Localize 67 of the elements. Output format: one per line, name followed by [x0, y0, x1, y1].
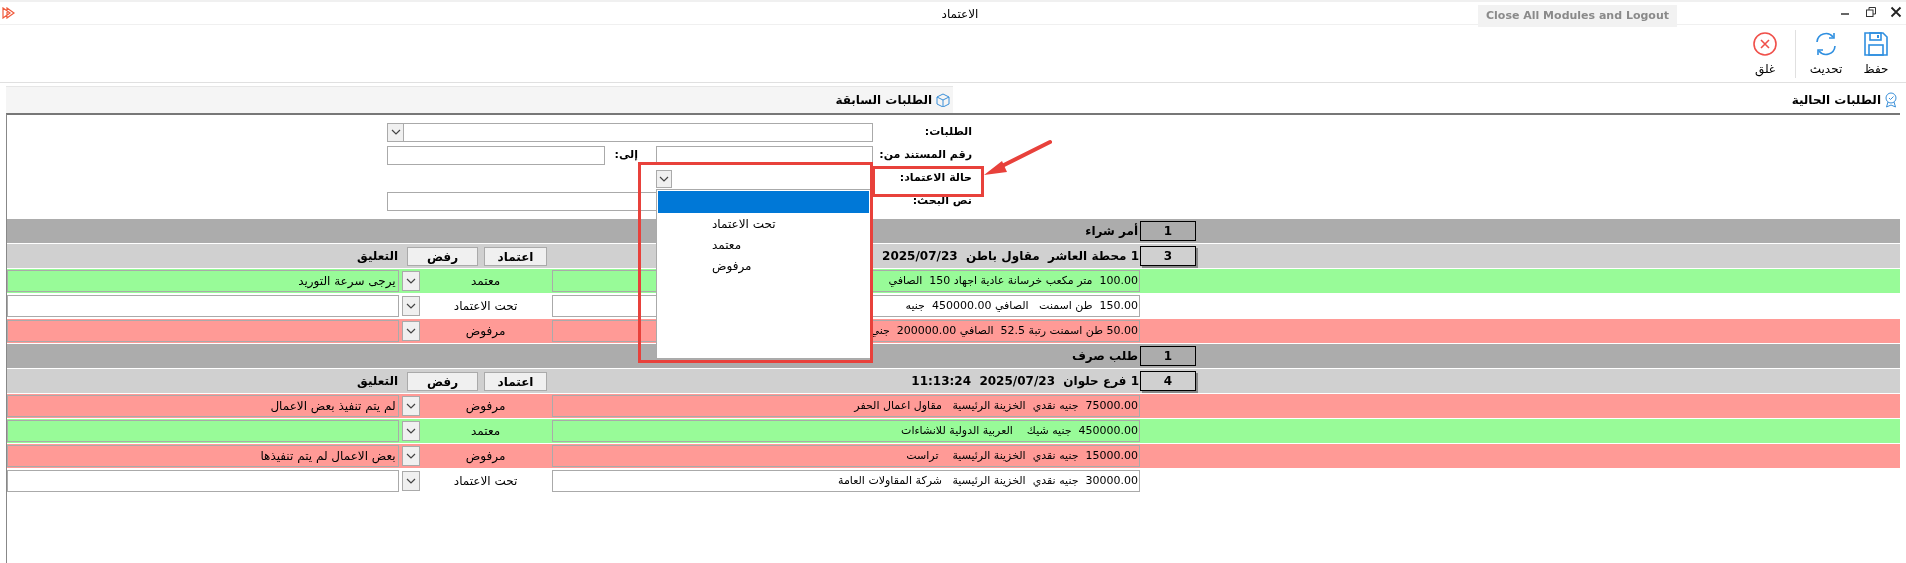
comment-field[interactable] [7, 420, 399, 442]
comment-field[interactable] [7, 470, 399, 492]
input-field[interactable] [387, 146, 605, 165]
comment-field[interactable]: لم يتم تنفيذ بعض الاعمال [7, 395, 399, 417]
refresh-button[interactable]: تحديث [1804, 27, 1848, 80]
status-combo[interactable]: مرفوض [401, 320, 552, 342]
input-field[interactable] [656, 146, 873, 165]
chevron-down-icon [390, 129, 401, 136]
save-icon [1862, 29, 1890, 58]
subgroup-title: 1 فرع حلوان 2025/07/23 11:13:24 [911, 373, 1140, 390]
table-cell: 450000.00 جنيه شيك العربية الدولية للانشاءات [551, 420, 1140, 442]
status-combo[interactable]: مرفوض [401, 395, 552, 417]
comment-field[interactable] [7, 295, 399, 317]
chevron-down-icon [659, 175, 669, 183]
field-label: الطلبات: [924, 124, 972, 141]
table-cell: 15000.00 جنيه نقدي الخزينة الرئيسية تراست [551, 445, 1140, 467]
chevron-down-icon [405, 302, 416, 310]
close-button[interactable]: غلق [1743, 27, 1787, 80]
close-icon [1751, 29, 1779, 58]
table-cell: 75000.00 جنيه نقدي الخزينة الرئيسية مقاول اعمال الحفر [551, 395, 1140, 417]
column-header: التعليق [357, 248, 398, 265]
dropdown-arrow-button[interactable] [388, 124, 404, 141]
approve-button[interactable]: اعتماد [484, 246, 547, 266]
comment-field[interactable]: بعض الاعمال لم يتم تنفيذها [7, 445, 399, 467]
table-cell: 30000.00 جنيه نقدي الخزينة الرئيسية شركة المقاولات العامة [551, 470, 1140, 492]
group-title: أمر شراء [1085, 222, 1139, 240]
count-box: 1 [1140, 346, 1196, 366]
tooltip: Close All Modules and Logout [1478, 5, 1677, 27]
tab[interactable]: الطلبات السابقة [6, 86, 953, 113]
restore-icon[interactable] [1865, 6, 1877, 18]
chevron-down-icon [405, 327, 416, 335]
field-label: حالة الاعتماد: [899, 170, 972, 187]
play-icon [2, 7, 16, 19]
chevron-down-icon [405, 452, 416, 460]
comment-field[interactable]: يرجى سرعة التوريد [7, 270, 399, 292]
count-box: 3 [1140, 246, 1196, 266]
box-icon [935, 93, 951, 107]
chevron-down-icon [405, 402, 416, 410]
subgroup-title: 1 محطة العاشر مقاول باطن 2025/07/23 [882, 248, 1140, 265]
chevron-down-icon [405, 427, 416, 435]
count-box: 1 [1140, 221, 1196, 241]
count-box: 4 [1140, 371, 1196, 391]
chevron-down-icon [405, 477, 416, 485]
field-label: رقم المستند من: [879, 147, 972, 164]
field-label: إلى: [614, 147, 638, 164]
chevron-down-icon [405, 277, 416, 285]
status-combo[interactable]: مرفوض [401, 445, 552, 467]
award-icon [1884, 91, 1898, 108]
comment-field[interactable] [7, 320, 399, 342]
status-combo[interactable]: تحت الاعتماد [401, 295, 552, 317]
dropdown-option[interactable]: معتمد [658, 234, 869, 255]
field-label: نص البحث: [912, 193, 972, 210]
group-title: طلب صرف [1071, 348, 1139, 365]
table-cell: 150.00 طن اسمنت الصافي 450000.00 جنيه [551, 295, 1140, 317]
arrow [984, 140, 1052, 175]
column-header: التعليق [357, 373, 398, 390]
approve-button[interactable]: اعتماد [484, 371, 547, 391]
dropdown-arrow-button[interactable] [656, 170, 672, 188]
dropdown-option[interactable]: تحت الاعتماد [658, 213, 869, 234]
reject-button[interactable]: رفض [407, 371, 478, 391]
save-button[interactable]: حفظ [1854, 27, 1898, 80]
close-icon[interactable] [1890, 6, 1902, 18]
status-combo[interactable]: معتمد [401, 420, 552, 442]
status-combo[interactable]: تحت الاعتماد [401, 470, 552, 492]
window-title: الاعتماد [940, 6, 980, 23]
reject-button[interactable]: رفض [407, 246, 478, 266]
status-combo[interactable]: معتمد [401, 270, 552, 292]
